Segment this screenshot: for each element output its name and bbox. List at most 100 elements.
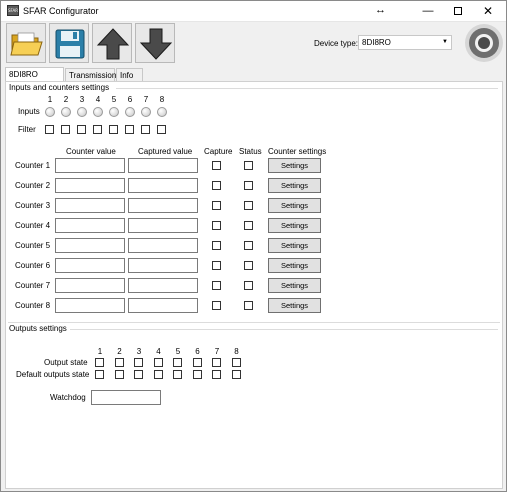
output-channel-number: 7	[214, 347, 220, 356]
counter-value-input[interactable]	[55, 258, 125, 273]
counter-settings-button[interactable]: Settings	[268, 278, 321, 293]
input-led-indicator	[45, 107, 55, 117]
input-led-indicator	[109, 107, 119, 117]
output-state-checkbox[interactable]	[231, 358, 241, 367]
captured-value-input[interactable]	[128, 298, 198, 313]
counter-settings-button[interactable]: Settings	[268, 158, 321, 173]
device-type-select[interactable]: 8DI8RO ▼	[358, 35, 452, 50]
input-led-indicator	[77, 107, 87, 117]
output-state-checkbox[interactable]	[134, 358, 143, 367]
tab-module[interactable]: 8DI8RO Module	[5, 67, 64, 92]
output-state-checkbox[interactable]	[95, 358, 104, 367]
company-logo-icon	[465, 24, 503, 62]
input-led-indicator	[157, 107, 167, 117]
default-output-checkbox[interactable]	[134, 370, 143, 379]
default-output-checkbox[interactable]	[212, 370, 221, 379]
captured-value-input[interactable]	[128, 198, 198, 213]
status-checkbox[interactable]	[244, 181, 253, 190]
tab-transmission[interactable]: Transmission	[65, 68, 116, 82]
download-button[interactable]	[135, 23, 175, 63]
status-checkbox[interactable]	[244, 161, 253, 170]
inputs-label: Inputs	[18, 107, 40, 116]
title-bar: SFAR SFAR Configurator ↔ — ✕	[1, 1, 506, 22]
filter-checkbox[interactable]	[93, 125, 102, 134]
captured-value-input[interactable]	[128, 258, 198, 273]
capture-checkbox[interactable]	[212, 201, 221, 210]
filter-checkbox[interactable]	[45, 125, 54, 134]
counter-value-input[interactable]	[55, 198, 125, 213]
status-checkbox[interactable]	[244, 301, 253, 310]
counter-value-input[interactable]	[55, 178, 125, 193]
arrow-down-icon	[139, 28, 173, 60]
counter-settings-button[interactable]: Settings	[268, 258, 321, 273]
counter-value-input[interactable]	[55, 278, 125, 293]
status-checkbox[interactable]	[244, 261, 253, 270]
input-led-indicator	[141, 107, 151, 117]
filter-checkbox[interactable]	[141, 125, 150, 134]
captured-value-input[interactable]	[128, 158, 198, 173]
counter-settings-button[interactable]: Settings	[268, 218, 321, 233]
default-output-checkbox[interactable]	[192, 370, 202, 379]
counter-value-input[interactable]	[55, 298, 125, 313]
capture-checkbox[interactable]	[212, 261, 221, 270]
counter-value-input[interactable]	[55, 158, 125, 173]
status-checkbox[interactable]	[244, 221, 253, 230]
filter-checkbox[interactable]	[125, 125, 134, 134]
save-button[interactable]	[49, 23, 89, 63]
window-title: SFAR Configurator	[23, 6, 99, 16]
input-channel-number: 8	[159, 95, 165, 104]
output-state-checkbox[interactable]	[173, 358, 182, 367]
inputs-group-title: Inputs and counters settings	[9, 83, 110, 92]
counter-value-input[interactable]	[55, 218, 125, 233]
capture-checkbox[interactable]	[212, 221, 221, 230]
maximize-button[interactable]	[444, 3, 472, 20]
captured-value-input[interactable]	[128, 278, 198, 293]
filter-checkbox[interactable]	[109, 125, 118, 134]
app-icon: SFAR	[7, 5, 19, 16]
counter-value-input[interactable]	[55, 238, 125, 253]
counter-settings-button[interactable]: Settings	[268, 298, 321, 313]
open-file-button[interactable]	[6, 23, 46, 63]
output-state-label: Output state	[44, 358, 88, 367]
output-channel-number: 1	[97, 347, 103, 356]
filter-checkbox[interactable]	[61, 125, 70, 134]
capture-checkbox[interactable]	[212, 241, 221, 250]
capture-checkbox[interactable]	[212, 161, 221, 170]
counter-settings-button[interactable]: Settings	[268, 198, 321, 213]
output-state-checkbox[interactable]	[192, 358, 202, 367]
output-state-checkbox[interactable]	[212, 358, 221, 367]
default-output-checkbox[interactable]	[114, 370, 124, 379]
status-checkbox[interactable]	[244, 281, 253, 290]
captured-value-input[interactable]	[128, 218, 198, 233]
default-output-checkbox[interactable]	[153, 370, 163, 379]
default-output-checkbox[interactable]	[95, 370, 104, 379]
upload-button[interactable]	[92, 23, 132, 63]
counter-settings-button[interactable]: Settings	[268, 178, 321, 193]
minimize-button[interactable]: —	[414, 3, 442, 20]
status-checkbox[interactable]	[244, 241, 253, 250]
filter-checkbox[interactable]	[157, 125, 166, 134]
counter-value-header: Counter value	[66, 147, 116, 156]
counter-label: Counter 5	[15, 241, 51, 250]
close-button[interactable]: ✕	[474, 3, 502, 20]
capture-checkbox[interactable]	[212, 281, 221, 290]
outputs-group-title: Outputs settings	[9, 324, 67, 333]
counter-settings-button[interactable]: Settings	[268, 238, 321, 253]
floppy-disk-icon	[55, 29, 85, 59]
device-type-label: Device type:	[314, 39, 359, 48]
default-output-checkbox[interactable]	[173, 370, 182, 379]
watchdog-input[interactable]	[91, 390, 161, 405]
default-output-checkbox[interactable]	[231, 370, 241, 379]
filter-checkbox[interactable]	[77, 125, 86, 134]
output-channel-number: 3	[136, 347, 142, 356]
captured-value-input[interactable]	[128, 178, 198, 193]
status-checkbox[interactable]	[244, 201, 253, 210]
output-state-checkbox[interactable]	[114, 358, 124, 367]
capture-checkbox[interactable]	[212, 181, 221, 190]
captured-value-input[interactable]	[128, 238, 198, 253]
output-state-checkbox[interactable]	[153, 358, 163, 367]
counter-label: Counter 1	[15, 161, 51, 170]
output-channel-number: 2	[117, 347, 122, 356]
tab-info[interactable]: Info	[116, 68, 143, 82]
capture-checkbox[interactable]	[212, 301, 221, 310]
